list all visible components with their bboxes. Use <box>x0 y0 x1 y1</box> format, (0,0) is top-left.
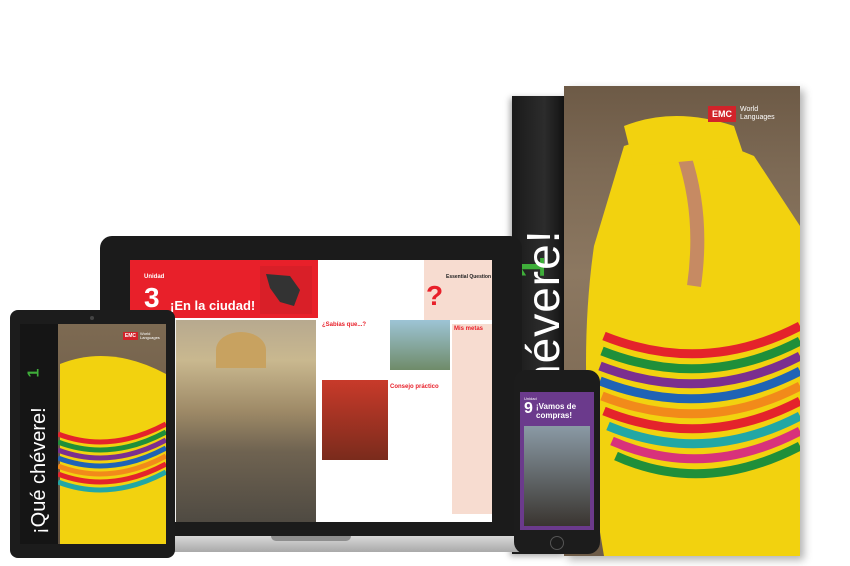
sabias-que-heading: ¿Sabías que...? <box>322 322 367 328</box>
essential-question-label: Essential Question <box>446 274 492 280</box>
phone-unit-title: ¡Vamos de compras! <box>536 402 577 420</box>
mis-metas: Mis metas <box>452 324 492 514</box>
publisher-logo: EMC World Languages <box>708 106 778 122</box>
tablet-title: ¡Qué chévere! <box>28 407 50 534</box>
tablet-emc-logo: EMC <box>122 332 138 340</box>
palace-photo <box>176 320 316 522</box>
publisher-text: World Languages <box>740 106 775 121</box>
phone-unit-number: 9 <box>524 400 533 417</box>
map-image <box>260 266 312 314</box>
emc-logo: EMC <box>708 106 736 122</box>
phone-photo <box>524 426 590 526</box>
city-photo <box>390 320 450 370</box>
sabias-que: ¿Sabías que...? <box>322 322 388 328</box>
question-mark-icon: ? <box>426 280 444 311</box>
laptop-screen: Unidad 3 ¡En la ciudad! ? Essential Ques… <box>130 260 492 522</box>
phone: Unidad 9 ¡Vamos de compras! <box>514 370 600 554</box>
unit-title: ¡En la ciudad! <box>170 298 256 313</box>
essential-question-box: ? Essential Question <box>424 260 492 320</box>
dome <box>216 332 266 368</box>
people-photo <box>322 380 388 460</box>
phone-screen: Unidad 9 ¡Vamos de compras! <box>520 392 594 530</box>
tablet-camera <box>90 316 94 320</box>
mis-metas-heading: Mis metas <box>454 326 484 332</box>
consejo: Consejo práctico <box>390 384 450 390</box>
unit-label: Unidad <box>144 274 165 280</box>
tablet: EMC World Languages 1 ¡Qué chévere! <box>10 310 175 558</box>
consejo-heading: Consejo práctico <box>390 384 439 390</box>
right-page: ? Essential Question ¿Sabías que...? Con… <box>318 260 492 522</box>
tablet-publisher-text: World Languages <box>140 331 160 340</box>
tablet-publisher-logo: EMC World Languages <box>122 331 160 340</box>
laptop-notch <box>271 536 351 541</box>
tablet-number: 1 <box>25 368 43 378</box>
home-button <box>550 536 564 550</box>
tablet-screen: EMC World Languages 1 ¡Qué chévere! <box>20 324 166 544</box>
